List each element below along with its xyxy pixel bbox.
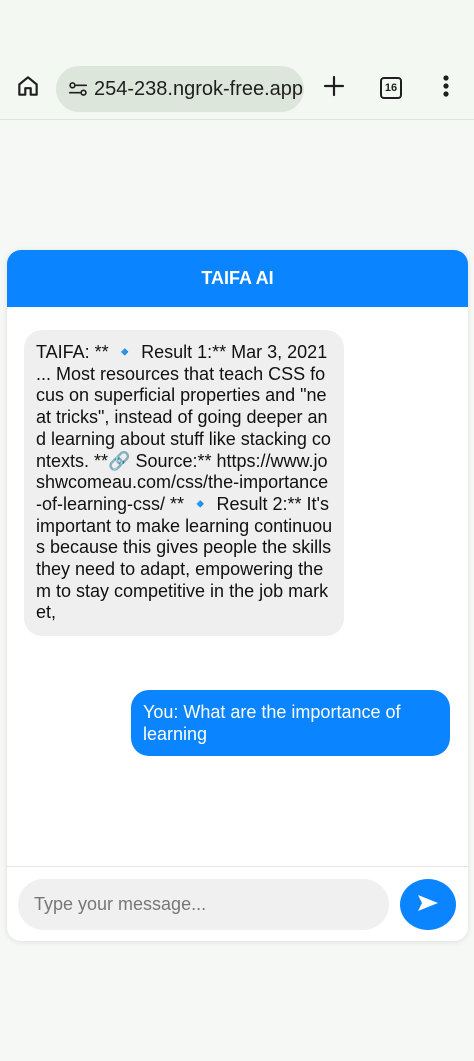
tab-count: 16 (384, 82, 398, 94)
address-bar[interactable]: 254-238.ngrok-free.app (56, 66, 304, 112)
browser-toolbar: 254-238.ngrok-free.app 16 (0, 58, 474, 120)
bot-message: TAIFA: ** 🔹 Result 1:** Mar 3, 2021 ... … (24, 330, 344, 637)
more-menu-button[interactable] (428, 70, 464, 106)
home-icon (15, 73, 41, 104)
page-background-bottom (0, 950, 474, 1061)
chat-window: TAIFA AI TAIFA: ** 🔹 Result 1:** Mar 3, … (7, 250, 468, 941)
site-settings-icon[interactable] (64, 75, 92, 103)
more-vert-icon (442, 74, 450, 103)
send-button[interactable] (400, 879, 456, 930)
input-bar (7, 866, 468, 941)
url-text: 254-238.ngrok-free.app (94, 77, 304, 100)
message-input[interactable] (18, 879, 389, 930)
new-tab-button[interactable] (316, 70, 352, 106)
chat-title: TAIFA AI (201, 268, 274, 288)
home-button[interactable] (10, 70, 46, 106)
user-message: You: What are the importance of learning (131, 690, 450, 756)
tab-switcher-icon: 16 (380, 77, 402, 99)
message-list[interactable]: TAIFA: ** 🔹 Result 1:** Mar 3, 2021 ... … (7, 307, 468, 865)
send-icon (417, 894, 439, 915)
chat-header: TAIFA AI (7, 250, 468, 307)
plus-icon (322, 74, 346, 103)
tab-switcher-button[interactable]: 16 (373, 70, 409, 106)
status-bar (0, 0, 474, 58)
